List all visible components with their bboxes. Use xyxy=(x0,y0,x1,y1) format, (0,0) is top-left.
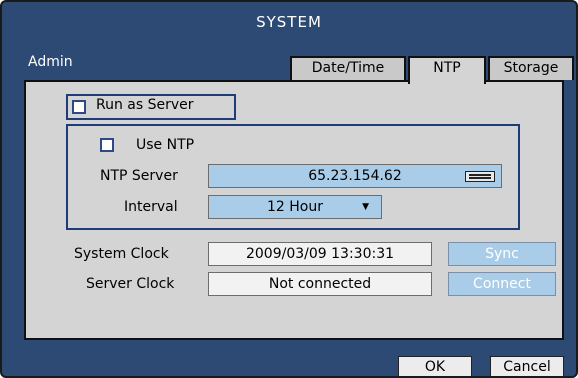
interval-select[interactable]: 12 Hour ▼ xyxy=(208,195,382,219)
server-clock-value: Not connected xyxy=(208,272,432,296)
server-clock-label: Server Clock xyxy=(86,276,175,292)
keyboard-icon[interactable] xyxy=(465,171,495,182)
ok-button[interactable]: OK xyxy=(398,356,472,376)
run-as-server-checkbox[interactable] xyxy=(72,100,86,114)
ntp-server-input[interactable]: 65.23.154.62 xyxy=(208,164,502,188)
ntp-server-label: NTP Server xyxy=(100,168,178,184)
system-clock-label: System Clock xyxy=(74,246,169,262)
tab-storage[interactable]: Storage xyxy=(488,56,574,80)
ntp-server-value: 65.23.154.62 xyxy=(308,168,402,184)
tab-ntp[interactable]: NTP xyxy=(408,56,486,84)
sync-button[interactable]: Sync xyxy=(448,242,556,266)
dialog-title: SYSTEM xyxy=(256,13,322,31)
chevron-down-icon: ▼ xyxy=(362,202,369,212)
cancel-button[interactable]: Cancel xyxy=(490,356,564,376)
user-label: Admin xyxy=(28,54,73,70)
tab-date-time[interactable]: Date/Time xyxy=(290,56,406,80)
system-clock-value: 2009/03/09 13:30:31 xyxy=(208,242,432,266)
use-ntp-checkbox[interactable] xyxy=(100,138,114,152)
interval-label: Interval xyxy=(124,199,178,215)
connect-button[interactable]: Connect xyxy=(448,272,556,296)
system-dialog: SYSTEM Admin Date/Time NTP Storage Run a… xyxy=(0,0,578,378)
use-ntp-label: Use NTP xyxy=(136,137,195,153)
run-as-server-label: Run as Server xyxy=(96,97,194,113)
interval-value: 12 Hour xyxy=(267,199,323,215)
